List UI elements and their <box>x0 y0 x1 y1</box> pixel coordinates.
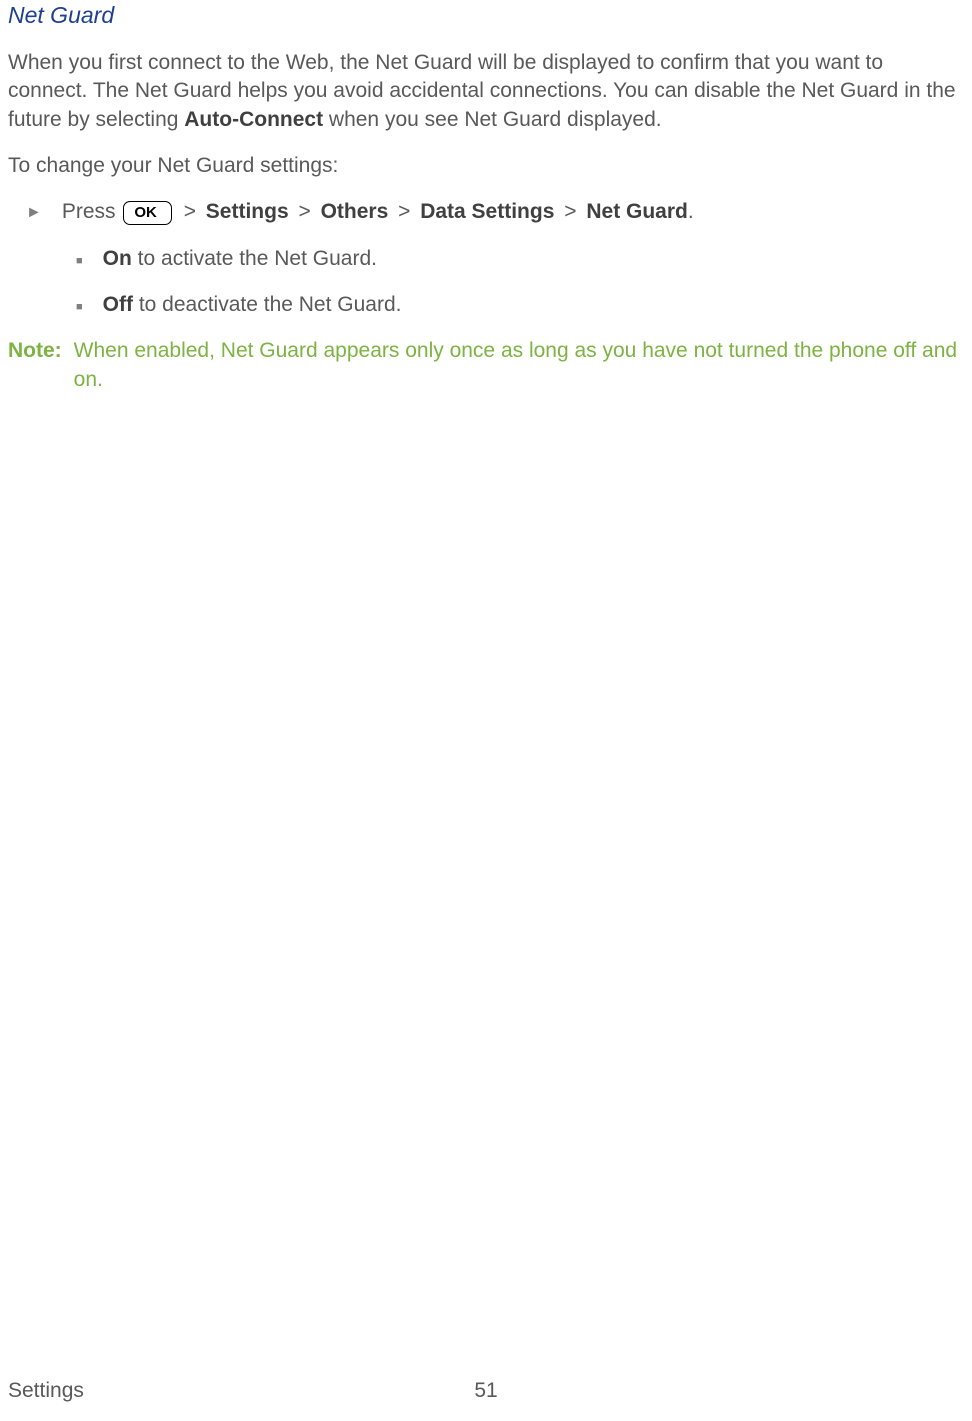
intro-paragraph: When you first connect to the Web, the N… <box>8 49 964 134</box>
auto-connect-label: Auto-Connect <box>184 108 323 131</box>
press-label: Press <box>62 200 122 223</box>
bullet-off-content: Off to deactivate the Net Guard. <box>103 291 402 319</box>
crumb-sep-3: > <box>392 200 416 223</box>
on-label: On <box>103 247 132 270</box>
footer-page-number: 51 <box>474 1377 497 1405</box>
crumb-others: Others <box>321 200 389 223</box>
instruction-row: ► Press OK > Settings > Others > Data Se… <box>26 198 964 226</box>
bullet-on-content: On to activate the Net Guard. <box>103 245 377 273</box>
page-footer: Settings 51 <box>8 1377 964 1405</box>
change-settings-text: To change your Net Guard settings: <box>8 152 964 180</box>
instruction-content: Press OK > Settings > Others > Data Sett… <box>62 198 694 226</box>
note-label: Note: <box>8 337 62 394</box>
bullet-on: ■ On to activate the Net Guard. <box>76 245 964 273</box>
crumb-sep-2: > <box>293 200 317 223</box>
crumb-sep-1: > <box>178 200 202 223</box>
triangle-bullet-icon: ► <box>26 202 42 224</box>
crumb-data-settings: Data Settings <box>420 200 554 223</box>
off-text: to deactivate the Net Guard. <box>133 293 402 316</box>
footer-section-name: Settings <box>8 1377 84 1405</box>
square-bullet-icon: ■ <box>76 254 83 273</box>
square-bullet-icon: ■ <box>76 300 83 319</box>
note-text: When enabled, Net Guard appears only onc… <box>74 337 964 394</box>
intro-text-2: when you see Net Guard displayed. <box>323 108 662 131</box>
crumb-net-guard: Net Guard <box>586 200 688 223</box>
off-label: Off <box>103 293 133 316</box>
period: . <box>688 200 694 223</box>
crumb-sep-4: > <box>558 200 582 223</box>
crumb-settings: Settings <box>206 200 289 223</box>
section-heading: Net Guard <box>8 0 964 31</box>
note-row: Note: When enabled, Net Guard appears on… <box>8 337 964 394</box>
bullet-off: ■ Off to deactivate the Net Guard. <box>76 291 964 319</box>
ok-button-graphic: OK <box>123 201 172 225</box>
on-text: to activate the Net Guard. <box>132 247 377 270</box>
